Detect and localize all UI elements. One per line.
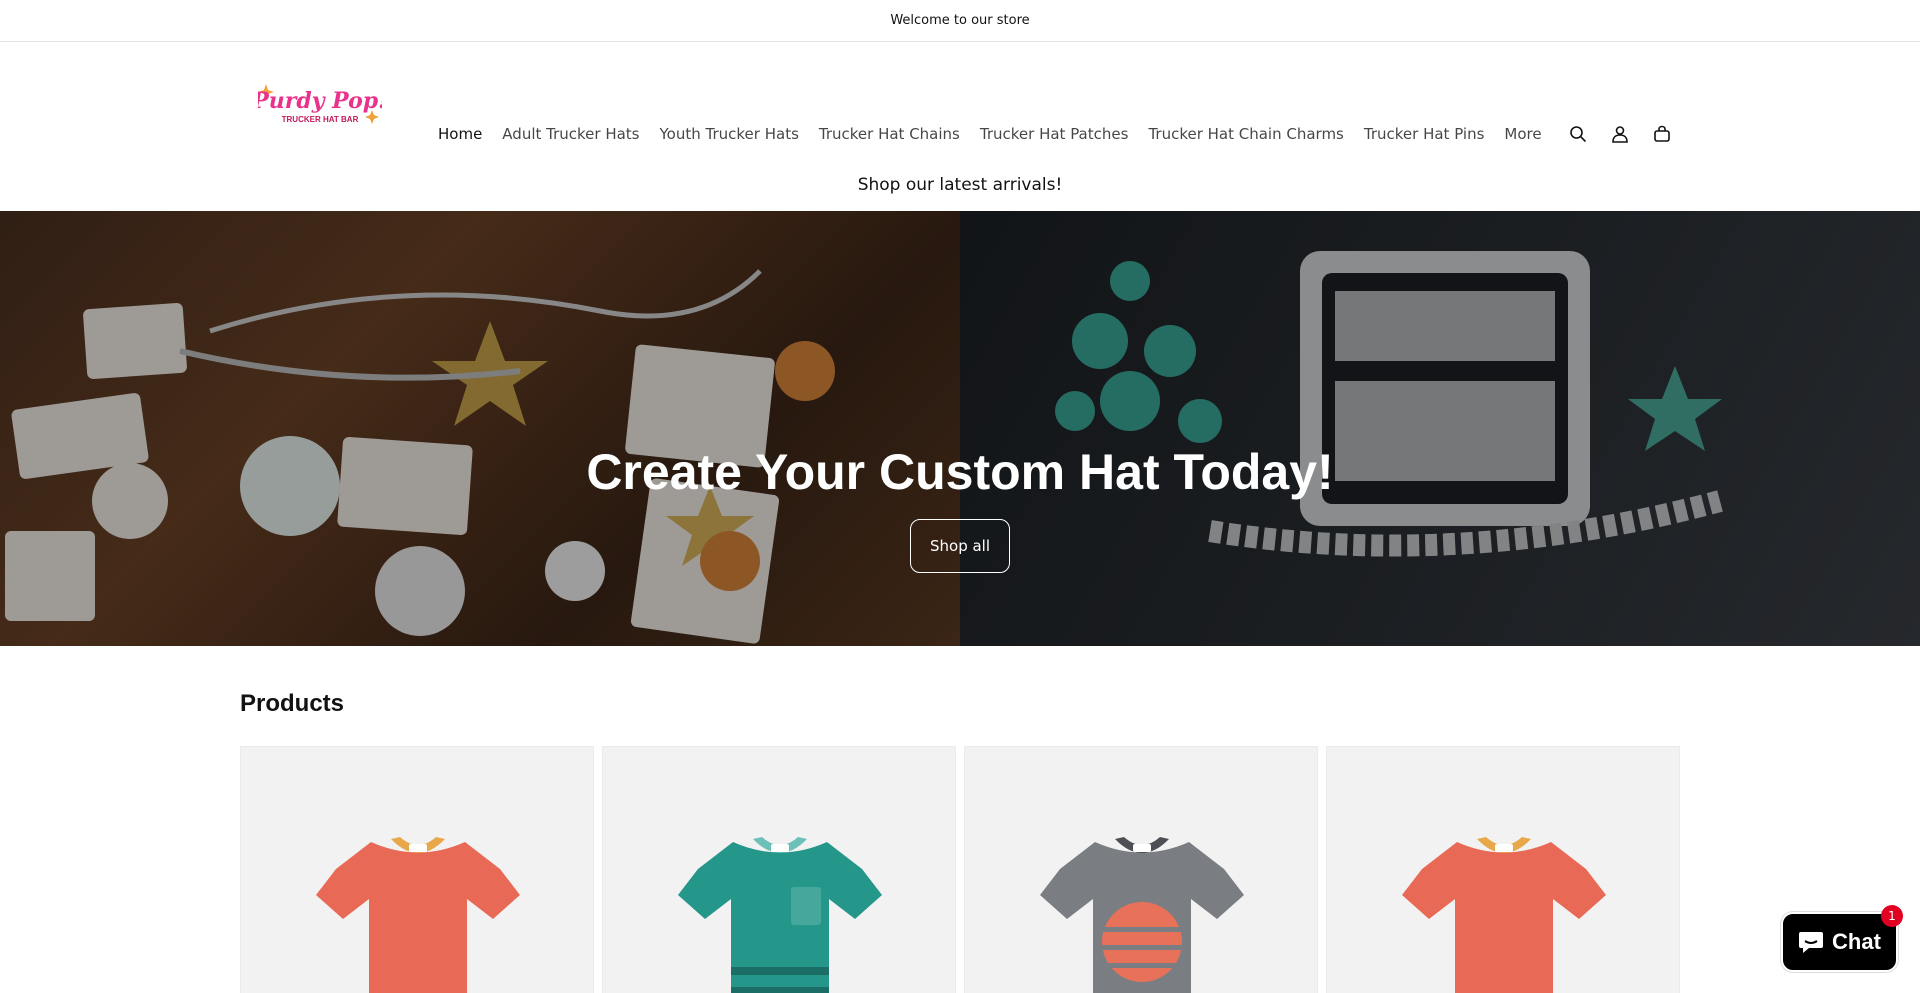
store-logo[interactable]: Purdy Pop! TRUCKER HAT BAR <box>258 76 382 136</box>
hero-overlay <box>0 211 1920 646</box>
nav-trucker-hat-pins[interactable]: Trucker Hat Pins <box>1354 125 1495 143</box>
nav-more[interactable]: More <box>1494 125 1551 143</box>
announcement-bar: Welcome to our store <box>0 0 1920 42</box>
product-card[interactable] <box>240 746 594 993</box>
site-header: Purdy Pop! TRUCKER HAT BAR Home Adult Tr… <box>0 42 1920 168</box>
logo-script: Purdy Pop! <box>258 88 382 114</box>
product-card[interactable] <box>964 746 1318 993</box>
banner-subtitle: Shop our latest arrivals! <box>857 175 1063 195</box>
products-heading: Products <box>240 690 345 717</box>
chat-label: Chat <box>1832 929 1881 954</box>
tshirt-image <box>1402 837 1606 993</box>
search-icon[interactable] <box>1567 123 1589 145</box>
logo-subtitle: TRUCKER HAT BAR <box>282 115 359 124</box>
tshirt-image <box>316 837 520 993</box>
nav-home[interactable]: Home <box>430 125 492 143</box>
main-nav: Home Adult Trucker Hats Youth Trucker Ha… <box>430 125 1552 143</box>
nav-adult-trucker-hats[interactable]: Adult Trucker Hats <box>492 125 649 143</box>
nav-trucker-hat-chains[interactable]: Trucker Hat Chains <box>809 125 970 143</box>
product-grid <box>240 746 1680 993</box>
shop-all-button[interactable]: Shop all <box>910 519 1010 573</box>
header-icons <box>1567 123 1673 145</box>
cart-icon[interactable] <box>1651 123 1673 145</box>
chat-bubble-icon <box>1799 932 1824 953</box>
hero-banner: Create Your Custom Hat Today! Shop all <box>0 211 1920 646</box>
product-card[interactable] <box>602 746 956 993</box>
tshirt-image <box>678 837 882 993</box>
hero-title: Create Your Custom Hat Today! <box>586 444 1334 500</box>
tshirt-image <box>1040 837 1244 993</box>
nav-trucker-hat-chain-charms[interactable]: Trucker Hat Chain Charms <box>1138 125 1353 143</box>
nav-youth-trucker-hats[interactable]: Youth Trucker Hats <box>650 125 809 143</box>
product-card[interactable] <box>1326 746 1680 993</box>
announcement-text: Welcome to our store <box>890 13 1030 28</box>
nav-trucker-hat-patches[interactable]: Trucker Hat Patches <box>970 125 1139 143</box>
chat-button[interactable]: Chat <box>1781 912 1898 972</box>
chat-notification-badge: 1 <box>1881 905 1903 927</box>
account-icon[interactable] <box>1609 123 1631 145</box>
